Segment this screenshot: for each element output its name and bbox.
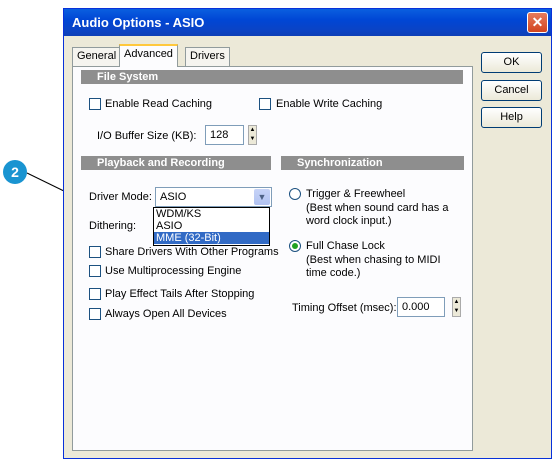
io-buffer-spinner[interactable]: ▲ ▼ [248,125,257,145]
driver-mode-select[interactable]: ASIO ▼ [155,187,272,207]
ok-button[interactable]: OK [481,52,542,73]
enable-write-caching-label: Enable Write Caching [276,98,383,110]
radio-selected-dot [292,243,298,249]
trigger-desc-line1: (Best when sound card has a [306,202,449,214]
playback-recording-heading: Playback and Recording [81,156,271,170]
timing-offset-input[interactable]: 0.000 [397,297,445,317]
cancel-button[interactable]: Cancel [481,80,542,101]
share-drivers-label: Share Drivers With Other Programs [105,246,279,258]
close-button[interactable]: ✕ [527,12,548,33]
synchronization-heading: Synchronization [281,156,464,170]
full-chase-desc-line1: (Best when chasing to MIDI [306,254,441,266]
enable-write-caching-checkbox[interactable] [259,98,271,110]
open-all-devices-checkbox[interactable] [89,308,101,320]
tab-general[interactable]: General [72,47,122,66]
io-buffer-size-input[interactable]: 128 [205,125,244,145]
timing-offset-spinner[interactable]: ▲ ▼ [452,297,461,317]
open-all-devices-label: Always Open All Devices [105,308,227,320]
file-system-heading: File System [81,70,463,84]
close-icon: ✕ [531,14,544,30]
share-drivers-checkbox[interactable] [89,246,101,258]
multiprocessing-label: Use Multiprocessing Engine [105,265,242,277]
driver-mode-label: Driver Mode: [89,191,152,203]
effect-tails-label: Play Effect Tails After Stopping [105,288,255,300]
title-bar[interactable]: Audio Options - ASIO ✕ [64,9,551,36]
trigger-freewheel-label: Trigger & Freewheel [306,188,406,200]
full-chase-desc-line2: time code.) [306,267,361,279]
chevron-down-icon[interactable]: ▼ [254,189,270,205]
enable-read-caching-label: Enable Read Caching [105,98,213,110]
multiprocessing-checkbox[interactable] [89,265,101,277]
io-buffer-size-label: I/O Buffer Size (KB): [97,130,197,142]
callout-badge: 2 [3,160,27,184]
driver-option-wdmks[interactable]: WDM/KS [154,208,269,220]
effect-tails-checkbox[interactable] [89,288,101,300]
enable-read-caching-checkbox[interactable] [89,98,101,110]
trigger-desc-line2: word clock input.) [306,215,392,227]
full-chase-lock-label: Full Chase Lock [306,240,385,252]
driver-mode-value: ASIO [160,191,187,203]
tab-drivers[interactable]: Drivers [185,47,230,66]
window-title: Audio Options - ASIO [72,15,205,30]
driver-option-mme[interactable]: MME (32-Bit) [154,232,269,244]
dithering-label: Dithering: [89,220,137,232]
driver-mode-options: WDM/KS ASIO MME (32-Bit) [153,207,270,246]
tab-advanced[interactable]: Advanced [119,44,178,67]
help-button[interactable]: Help [481,107,542,128]
trigger-freewheel-radio[interactable] [289,188,301,200]
driver-option-asio[interactable]: ASIO [154,220,269,232]
timing-offset-label: Timing Offset (msec): [292,302,397,314]
full-chase-lock-radio[interactable] [289,240,301,252]
